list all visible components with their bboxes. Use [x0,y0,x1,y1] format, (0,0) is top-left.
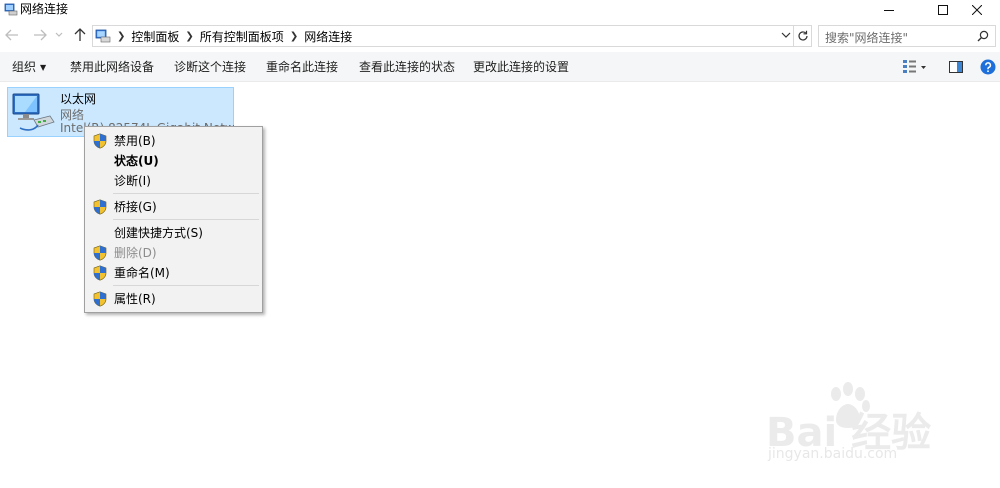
menu-item-bridge[interactable]: 桥接(G) [87,197,260,217]
title-bar: 网络连接 [0,0,1000,20]
context-menu: 禁用(B) 状态(U) 诊断(I) 桥接(G) 创建快捷方式(S) 删除(D) … [84,126,263,313]
breadcrumb-item-all-items[interactable]: 所有控制面板项 [200,28,284,45]
arrow-up-icon [74,28,86,41]
organize-menu[interactable]: 组织 ▼ [12,52,46,82]
uac-shield-icon [93,199,107,215]
menu-item-diagnose[interactable]: 诊断(I) [87,171,260,191]
change-settings-button[interactable]: 更改此连接的设置 [473,52,569,82]
menu-item-status[interactable]: 状态(U) [87,151,260,171]
address-bar[interactable]: ❯ 控制面板 ❯ 所有控制面板项 ❯ 网络连接 [92,25,794,47]
diagnose-button[interactable]: 诊断这个连接 [174,52,246,82]
menu-label: 桥接(G) [114,200,157,214]
close-icon [972,5,982,15]
network-adapter-icon [12,93,55,131]
uac-shield-icon [93,245,107,261]
refresh-button[interactable] [794,25,812,47]
uac-shield-icon [93,265,107,281]
chevron-right-icon[interactable]: ❯ [185,31,193,42]
disable-device-button[interactable]: 禁用此网络设备 [70,52,154,82]
menu-item-create-shortcut[interactable]: 创建快捷方式(S) [87,223,260,243]
menu-label: 删除(D) [114,246,157,260]
uac-shield-icon [93,291,107,307]
menu-label: 重命名(M) [114,266,170,280]
menu-item-rename[interactable]: 重命名(M) [87,263,260,283]
maximize-icon [938,5,948,15]
menu-label: 诊断(I) [114,174,151,188]
search-input[interactable]: 搜索"网络连接" [818,25,996,47]
menu-item-properties[interactable]: 属性(R) [87,289,260,309]
preview-pane-icon[interactable] [948,59,964,75]
address-dropdown-icon[interactable] [780,29,792,41]
view-options-icon[interactable] [902,59,926,75]
connection-name: 以太网 [60,92,97,106]
up-button[interactable] [72,27,88,43]
arrow-right-icon [34,29,47,41]
menu-separator [113,285,259,286]
window-title: 网络连接 [20,2,69,16]
chevron-right-icon[interactable]: ❯ [117,31,125,42]
menu-label: 创建快捷方式(S) [114,226,203,240]
minimize-icon [884,10,894,11]
network-folder-icon [4,3,18,16]
organize-label: 组织 [12,60,37,74]
rename-button[interactable]: 重命名此连接 [266,52,338,82]
chevron-down-icon [55,32,63,37]
command-bar: 组织 ▼ 禁用此网络设备 诊断这个连接 重命名此连接 查看此连接的状态 更改此连接… [0,52,1000,82]
control-panel-icon [95,29,111,43]
breadcrumb-item-network-connections[interactable]: 网络连接 [304,28,352,45]
close-button[interactable] [954,0,1000,20]
breadcrumb-item-control-panel[interactable]: 控制面板 [131,28,179,45]
menu-item-delete[interactable]: 删除(D) [87,243,260,263]
forward-button[interactable] [32,27,48,43]
help-icon[interactable] [980,59,996,75]
arrow-left-icon [5,29,18,41]
menu-label: 禁用(B) [114,134,156,148]
recent-locations-button[interactable] [54,27,64,43]
minimize-button[interactable] [866,0,912,20]
caret-down-icon: ▼ [40,63,47,72]
menu-separator [113,193,259,194]
menu-separator [113,219,259,220]
menu-label: 属性(R) [114,292,156,306]
uac-shield-icon [93,133,107,149]
refresh-icon [797,30,808,41]
baidu-watermark: Bai 经验 jingyan.baidu.com [760,372,970,472]
search-placeholder: 搜索"网络连接" [825,31,909,45]
menu-item-disable[interactable]: 禁用(B) [87,131,260,151]
watermark-url: jingyan.baidu.com [768,446,898,462]
back-button[interactable] [4,27,20,43]
view-status-button[interactable]: 查看此连接的状态 [359,52,455,82]
chevron-right-icon[interactable]: ❯ [290,31,298,42]
breadcrumb: ❯ 控制面板 ❯ 所有控制面板项 ❯ 网络连接 [115,26,356,46]
menu-label: 状态(U) [114,154,159,168]
search-icon[interactable] [977,30,989,42]
